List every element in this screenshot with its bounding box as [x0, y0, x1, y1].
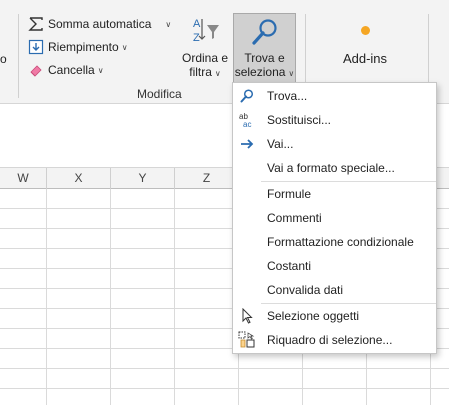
- somma-automatica-button[interactable]: Somma automatica ∨: [28, 14, 171, 34]
- trova-label-line1: Trova e: [244, 51, 285, 65]
- grid-line: [110, 189, 111, 405]
- sort-filter-icon: A Z: [189, 15, 221, 45]
- ordina-e-filtra-button[interactable]: A Z Ordina e filtra ∨: [178, 13, 232, 83]
- menu-item-label: Trova...: [267, 89, 308, 103]
- svg-text:Z: Z: [193, 32, 200, 44]
- grid-line: [174, 189, 175, 405]
- grid-line: [46, 189, 47, 405]
- column-header-w[interactable]: W: [0, 168, 47, 189]
- column-header-y[interactable]: Y: [111, 168, 175, 189]
- menu-item-commenti[interactable]: Commenti: [233, 207, 436, 229]
- riempimento-button[interactable]: Riempimento ∨: [28, 37, 128, 57]
- trova-e-seleziona-menu: Trova... ab ac Sostituisci... Vai... Vai …: [232, 82, 437, 354]
- menu-item-sostituisci[interactable]: ab ac Sostituisci...: [233, 109, 436, 131]
- menu-item-trova[interactable]: Trova...: [233, 85, 436, 107]
- magnifier-icon: [238, 87, 256, 105]
- column-header-x[interactable]: X: [47, 168, 111, 189]
- column-header-z[interactable]: Z: [175, 168, 239, 189]
- menu-item-formattazione-condizionale[interactable]: Formattazione condizionale: [233, 231, 436, 253]
- ordina-label-line2-wrap: filtra ∨: [178, 65, 232, 81]
- menu-item-label: Selezione oggetti: [267, 309, 360, 323]
- grid-line: [0, 368, 449, 369]
- add-ins-button[interactable]: Add-ins: [315, 20, 415, 66]
- grid-line: [0, 388, 449, 389]
- menu-separator: [261, 303, 436, 304]
- eraser-icon: [28, 62, 44, 78]
- chevron-down-icon: ∨: [288, 69, 295, 78]
- riempimento-label: Riempimento: [48, 40, 119, 54]
- trova-e-seleziona-button[interactable]: Trova e seleziona ∨: [233, 13, 296, 83]
- ribbon-left-fragment: o: [0, 52, 7, 66]
- arrow-right-icon: [238, 135, 256, 153]
- menu-item-vai[interactable]: Vai...: [233, 133, 436, 155]
- group-label-modifica: Modifica: [137, 87, 182, 101]
- menu-item-label: Riquadro di selezione...: [267, 333, 393, 347]
- svg-text:A: A: [193, 18, 201, 30]
- menu-item-label: Formule: [267, 187, 312, 201]
- menu-item-costanti[interactable]: Costanti: [233, 255, 436, 277]
- cancella-button[interactable]: Cancella ∨: [28, 60, 104, 80]
- ribbon-separator: [18, 14, 19, 98]
- menu-item-label: Commenti: [267, 211, 322, 225]
- menu-item-selezione-oggetti[interactable]: Selezione oggetti: [233, 305, 436, 327]
- menu-item-formule[interactable]: Formule: [233, 183, 436, 205]
- svg-text:ac: ac: [243, 120, 251, 129]
- menu-item-label: Costanti: [267, 259, 312, 273]
- add-ins-label: Add-ins: [342, 51, 388, 66]
- menu-item-vai-a-formato-speciale[interactable]: Vai a formato speciale...: [233, 157, 436, 179]
- menu-item-riquadro-di-selezione[interactable]: Riquadro di selezione...: [233, 329, 436, 351]
- trova-label-line2: seleziona: [234, 65, 286, 79]
- cancella-label: Cancella: [48, 63, 95, 77]
- chevron-down-icon: ∨: [165, 19, 172, 29]
- ordina-label-line1: Ordina e: [181, 51, 229, 65]
- add-ins-icon: [360, 26, 370, 35]
- chevron-down-icon: ∨: [214, 69, 221, 78]
- menu-item-label: Vai...: [267, 137, 294, 151]
- menu-item-label: Convalida dati: [267, 283, 344, 297]
- trova-label-line2-wrap: seleziona ∨: [234, 65, 295, 81]
- fill-down-icon: [28, 39, 44, 55]
- ordina-label-line2: filtra: [189, 65, 212, 79]
- magnifier-icon: [250, 17, 280, 47]
- chevron-down-icon: ∨: [97, 65, 104, 75]
- sigma-icon: [28, 16, 44, 32]
- cursor-arrow-icon: [238, 307, 256, 325]
- selection-pane-icon: [238, 331, 256, 349]
- menu-item-label: Vai a formato speciale...: [267, 161, 395, 175]
- replace-abc-icon: ab ac: [238, 111, 256, 129]
- menu-separator: [261, 181, 436, 182]
- menu-item-convalida-dati[interactable]: Convalida dati: [233, 279, 436, 301]
- chevron-down-icon: ∨: [121, 42, 128, 52]
- somma-automatica-label: Somma automatica: [48, 17, 152, 31]
- menu-item-label: Formattazione condizionale: [267, 235, 414, 249]
- menu-item-label: Sostituisci...: [267, 113, 332, 127]
